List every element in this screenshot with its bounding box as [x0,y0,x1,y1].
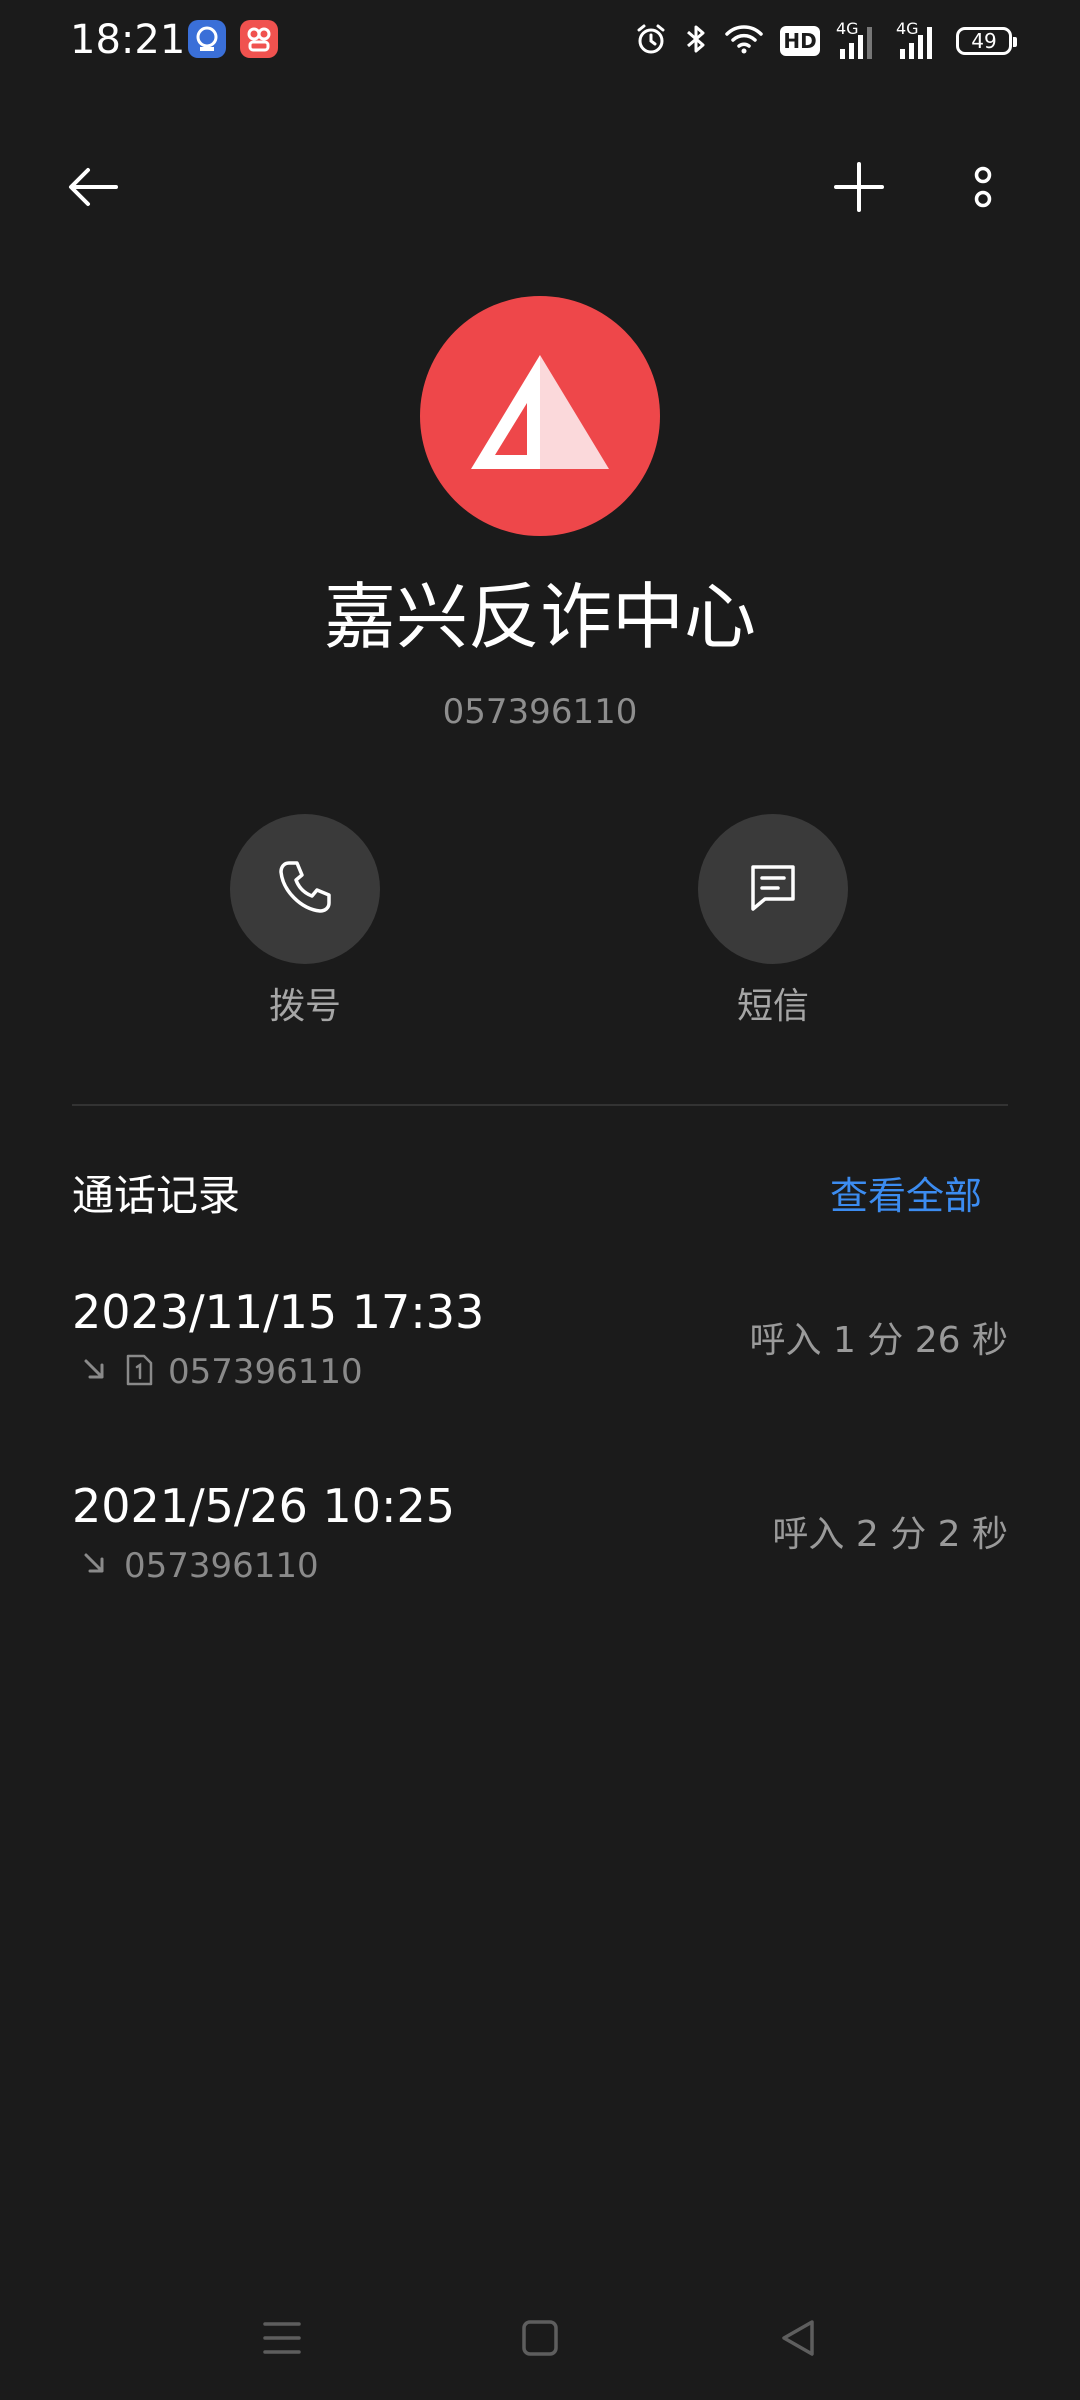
contact-number[interactable]: 057396110 [0,690,1080,734]
call-datetime: 2021/5/26 10:25 [72,1479,456,1533]
phone-icon [275,857,335,921]
wifi-icon [724,23,764,59]
anti-fraud-triangle-icon [465,349,615,483]
contact-avatar [420,296,660,536]
message-label: 短信 [736,986,809,1027]
call-log-row[interactable]: 2021/5/26 10:25 057396110 呼入 2 分 2 秒 [72,1476,1008,1616]
battery-level: 49 [971,29,997,53]
view-all-link[interactable]: 查看全部 [830,1168,982,1224]
signal-4g-icon: 4G [836,19,880,61]
sim-card-icon [124,1353,154,1391]
divider [72,1104,1008,1106]
dial-label: 拨号 [268,986,341,1027]
add-icon [833,161,885,217]
dial-action[interactable]: 拨号 [230,814,380,1030]
hd-icon: HD [780,26,820,56]
message-button[interactable] [698,814,848,964]
dial-button[interactable] [230,814,380,964]
contact-name: 嘉兴反诈中心 [323,575,756,659]
call-datetime: 2023/11/15 17:33 [72,1285,485,1339]
call-detail: 呼入 1 分 26 秒 [749,1320,1009,1361]
back-triangle-icon [778,2318,818,2362]
message-icon [745,859,801,919]
add-contact-button[interactable] [814,144,904,234]
app-badge-red-icon [240,20,278,58]
signal-4g-icon: 4G [896,19,940,61]
more-options-button[interactable] [938,144,1028,234]
back-button[interactable] [48,144,138,234]
incoming-call-icon [80,1355,110,1389]
call-log-title: 通话记录 [72,1171,241,1220]
back-arrow-icon [66,165,120,213]
app-badge-blue-icon [188,20,226,58]
status-time: 18:21 [70,17,186,63]
incoming-call-icon [80,1549,110,1583]
call-number: 057396110 [168,1352,363,1392]
call-sub-info: 057396110 [80,1350,363,1394]
nav-back-button[interactable] [758,2300,838,2380]
home-icon [520,2318,560,2362]
call-sub-info: 057396110 [80,1544,319,1588]
battery-icon: 49 [956,27,1017,55]
call-detail: 呼入 2 分 2 秒 [772,1514,1008,1555]
alarm-icon [634,22,668,60]
more-vertical-icon [971,163,995,215]
status-icons: HD 4G 4G 49 [634,18,1017,64]
recent-apps-button[interactable] [242,2300,322,2380]
home-button[interactable] [500,2300,580,2380]
call-number: 057396110 [124,1546,319,1586]
call-log-row[interactable]: 2023/11/15 17:33 057396110 呼入 1 分 26 秒 [72,1282,1008,1422]
bluetooth-icon [684,22,708,60]
menu-icon [262,2318,302,2362]
message-action[interactable]: 短信 [698,814,848,1030]
